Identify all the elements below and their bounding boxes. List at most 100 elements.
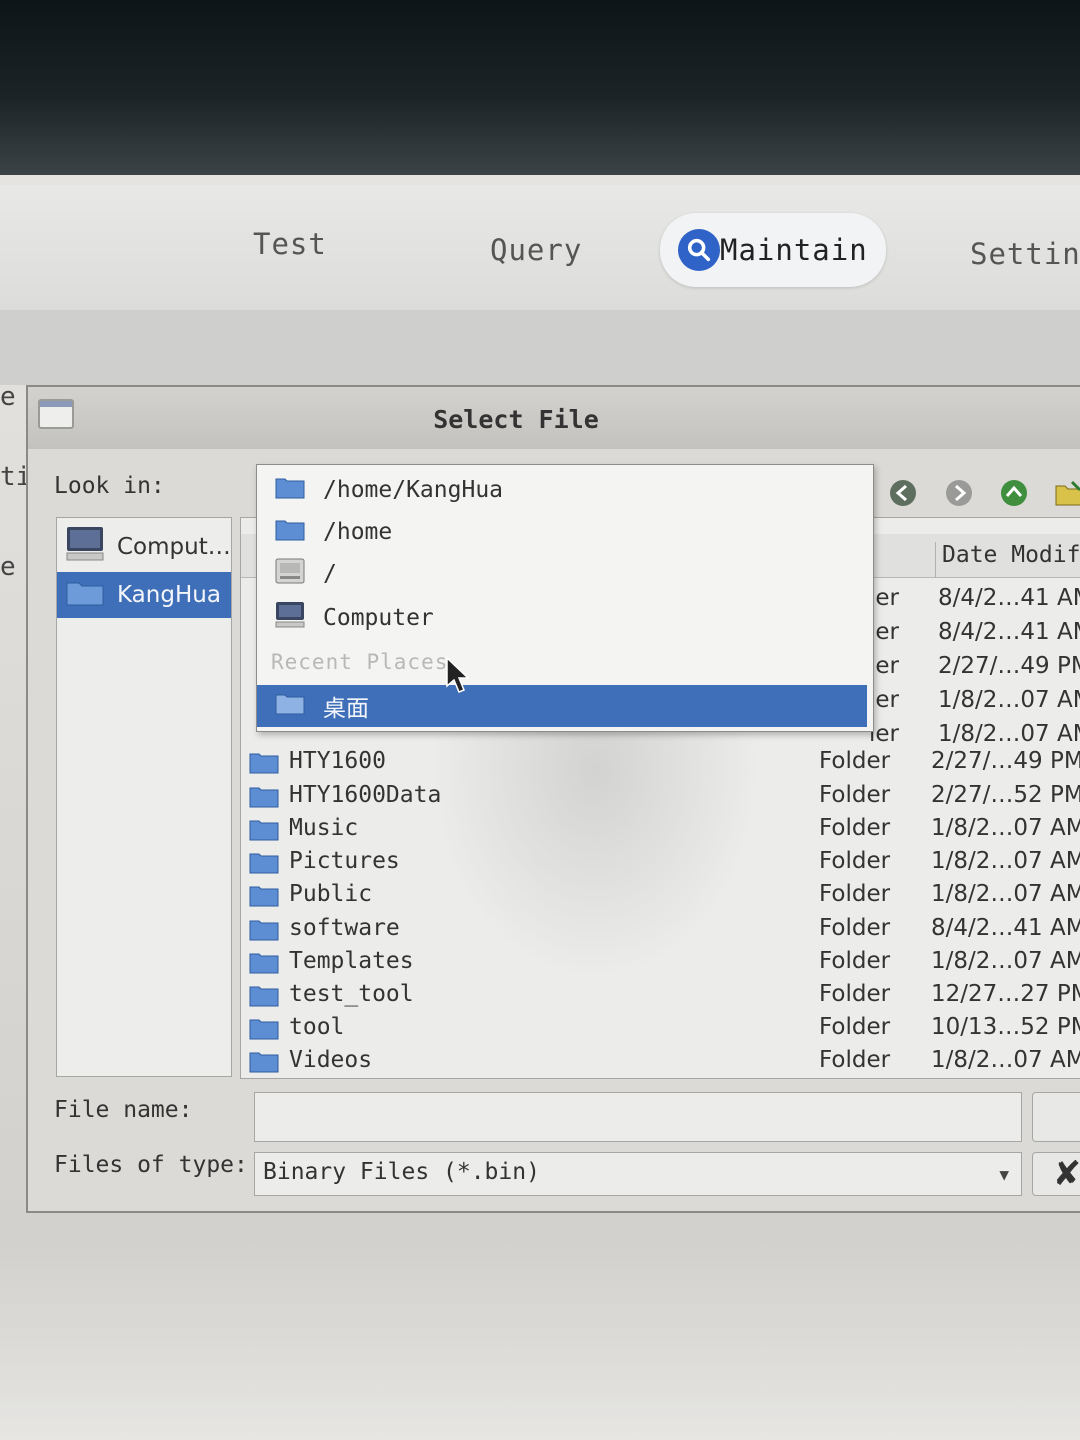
parent-directory-button[interactable]: [999, 478, 1029, 508]
row-type: Folder: [819, 948, 891, 974]
row-name: Pictures: [289, 848, 400, 874]
look-in-item-computer[interactable]: Computer: [257, 597, 873, 639]
row-name: Public: [289, 881, 373, 907]
wrench-icon: [678, 229, 720, 271]
tab-maintain[interactable]: Maintain: [660, 213, 886, 287]
look-in-dropdown: /home/KangHua /home / Computer Recent Pl…: [256, 464, 874, 732]
table-row[interactable]: Pictures Folder 1/8/2…07 AM: [241, 846, 1080, 879]
tab-maintain-label: Maintain: [720, 233, 868, 267]
new-folder-icon: [1055, 480, 1080, 506]
tab-query[interactable]: Query: [490, 233, 582, 267]
place-label: Comput…: [117, 534, 231, 560]
photo-glare: [0, 1240, 1080, 1440]
place-label: KangHua: [117, 582, 221, 608]
table-row[interactable]: tool Folder 10/13…52 PM: [241, 1012, 1080, 1045]
row-date: 8/4/2…41 AM: [938, 619, 1080, 645]
look-in-item-label: /home: [323, 519, 393, 545]
row-name: Videos: [289, 1047, 373, 1073]
background-text-fragment: e: [0, 382, 16, 412]
place-kanghua[interactable]: KangHua: [57, 572, 231, 618]
look-in-item-home-kanghua[interactable]: /home/KangHua: [257, 469, 873, 511]
open-button[interactable]: [1032, 1092, 1080, 1142]
look-in-item-label: 桌面: [323, 696, 369, 722]
row-date: 1/8/2…07 AM: [931, 848, 1080, 874]
look-in-item-label: Computer: [323, 605, 434, 631]
row-name: Music: [289, 815, 359, 841]
look-in-label: Look in:: [54, 473, 165, 499]
arrow-left-icon: [890, 480, 916, 506]
table-row[interactable]: HTY1600Data Folder 2/27/…52 PM: [241, 780, 1080, 813]
row-type: Folder: [819, 782, 891, 808]
table-row[interactable]: Public Folder 1/8/2…07 AM: [241, 879, 1080, 912]
look-in-item-desktop[interactable]: 桌面: [257, 685, 867, 727]
place-computer[interactable]: Comput…: [57, 524, 231, 570]
row-name: HTY1600: [289, 748, 386, 774]
dialog-titlebar[interactable]: Select File: [28, 387, 1080, 449]
table-row[interactable]: HTY1600 Folder 2/27/…49 PM: [241, 746, 1080, 779]
row-name: software: [289, 915, 400, 941]
row-type: Folder: [819, 981, 891, 1007]
look-in-item-label: /home/KangHua: [323, 477, 504, 503]
row-type: Folder: [819, 881, 891, 907]
column-header-date-modified[interactable]: Date Modifi: [935, 542, 1080, 578]
row-type: Folder: [819, 815, 891, 841]
files-of-type-select[interactable]: Binary Files (*.bin) ▼: [254, 1152, 1022, 1196]
folder-icon: [249, 784, 279, 814]
forward-button[interactable]: [944, 478, 974, 508]
content-strip: [0, 310, 1080, 385]
table-row[interactable]: software Folder 8/4/2…41 AM: [241, 913, 1080, 946]
files-of-type-value: Binary Files (*.bin): [263, 1159, 540, 1185]
file-name-input[interactable]: [254, 1092, 1022, 1142]
table-row[interactable]: Music Folder 1/8/2…07 AM: [241, 813, 1080, 846]
look-in-item-label: /: [323, 561, 337, 587]
places-sidebar: Comput… KangHua: [56, 517, 232, 1077]
row-date: 12/27…27 PM: [931, 981, 1080, 1007]
new-folder-button[interactable]: [1054, 478, 1080, 508]
row-date: 8/4/2…41 AM: [931, 915, 1080, 941]
row-name: tool: [289, 1014, 345, 1040]
row-date: 1/8/2…07 AM: [931, 815, 1080, 841]
row-date: 1/8/2…07 AM: [931, 948, 1080, 974]
tab-setting[interactable]: Setting: [970, 237, 1080, 271]
row-type: Folder: [819, 1014, 891, 1040]
look-in-item-root[interactable]: /: [257, 553, 873, 595]
close-icon: ✘: [1052, 1154, 1080, 1194]
row-name: Templates: [289, 948, 414, 974]
row-date: 2/27/…49 PM: [931, 748, 1080, 774]
table-row[interactable]: Videos Folder 1/8/2…07 AM: [241, 1045, 1080, 1078]
top-navigation: Test Query Maintain Setting: [0, 185, 1080, 310]
tab-test[interactable]: Test: [253, 227, 327, 261]
drive-icon: [275, 557, 305, 591]
back-button[interactable]: [888, 478, 918, 508]
folder-icon: [249, 1049, 279, 1078]
folder-icon: [275, 691, 305, 721]
row-date: 2/27/…49 PM: [938, 653, 1080, 679]
dialog-title: Select File: [433, 405, 599, 434]
arrow-right-icon: [946, 480, 972, 506]
folder-icon: [275, 517, 305, 547]
files-of-type-label: Files of type:: [54, 1152, 248, 1178]
row-date: 1/8/2…07 AM: [938, 687, 1080, 713]
table-row[interactable]: test_tool Folder 12/27…27 PM: [241, 979, 1080, 1012]
row-date: 1/8/2…07 AM: [931, 1047, 1080, 1073]
cancel-button[interactable]: ✘: [1032, 1152, 1080, 1196]
monitor-bezel: [0, 0, 1080, 175]
row-date: 10/13…52 PM: [931, 1014, 1080, 1040]
row-type: Folder: [819, 915, 891, 941]
table-row[interactable]: Templates Folder 1/8/2…07 AM: [241, 946, 1080, 979]
background-text-fragment: e: [0, 552, 16, 582]
folder-icon: [249, 850, 279, 880]
computer-icon: [275, 601, 305, 635]
chevron-down-icon: ▼: [999, 1165, 1009, 1184]
folder-icon: [275, 475, 305, 505]
row-type: Folder: [819, 748, 891, 774]
look-in-item-home[interactable]: /home: [257, 511, 873, 553]
folder-icon: [65, 577, 105, 613]
computer-icon: [65, 525, 105, 569]
folder-icon: [249, 883, 279, 913]
folder-icon: [249, 950, 279, 980]
file-name-label: File name:: [54, 1097, 193, 1123]
folder-icon: [249, 1016, 279, 1046]
row-type: Folder: [819, 848, 891, 874]
folder-icon: [249, 917, 279, 947]
